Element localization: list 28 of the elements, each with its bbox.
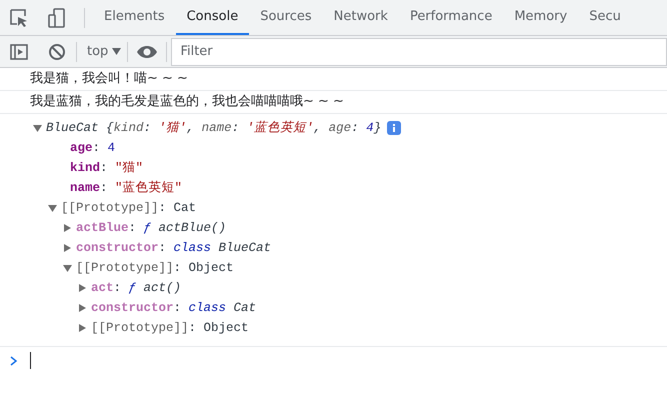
property-line: act: ƒ act() (91, 280, 182, 297)
console-message: 我是猫，我会叫！喵~ ~ ~ (0, 68, 667, 91)
property-line: BlueCat {kind: '猫', name: '蓝色英短', age: 4} (46, 120, 382, 137)
prompt-icon (10, 356, 18, 366)
device-icon[interactable] (46, 6, 68, 28)
property-line: actBlue: ƒ actBlue() (76, 220, 226, 237)
caret-icon[interactable] (32, 123, 44, 133)
panel-tab[interactable]: Secu (578, 0, 632, 35)
property-line: constructor: class BlueCat (76, 240, 272, 257)
caret-icon[interactable] (47, 203, 59, 213)
caret-icon (112, 48, 122, 55)
filter-field[interactable]: Filter (171, 38, 667, 66)
property-line: constructor: class Cat (91, 300, 256, 317)
panel-tab[interactable]: Performance (398, 0, 504, 35)
property-line: kind: "猫" (70, 160, 144, 177)
info-icon[interactable] (387, 121, 402, 135)
panel-tab[interactable]: Sources (249, 0, 323, 35)
panel-tab[interactable]: Memory (503, 0, 578, 35)
panel-tab[interactable]: Network (322, 0, 399, 35)
context-dropdown[interactable]: top (81, 42, 128, 62)
property-line: [[Prototype]]: Cat (61, 200, 196, 217)
property-line: name: "蓝色英短" (70, 180, 182, 197)
panel-tab[interactable]: Elements (93, 0, 176, 35)
property-line: [[Prototype]]: Object (76, 260, 234, 277)
property-line: age: 4 (70, 140, 116, 157)
console-message: 我是蓝猫，我的毛发是蓝色的，我也会喵喵喵哦~ ~ ~ (0, 91, 667, 114)
caret-icon[interactable] (62, 263, 74, 273)
property-line: [[Prototype]]: Object (91, 320, 249, 337)
